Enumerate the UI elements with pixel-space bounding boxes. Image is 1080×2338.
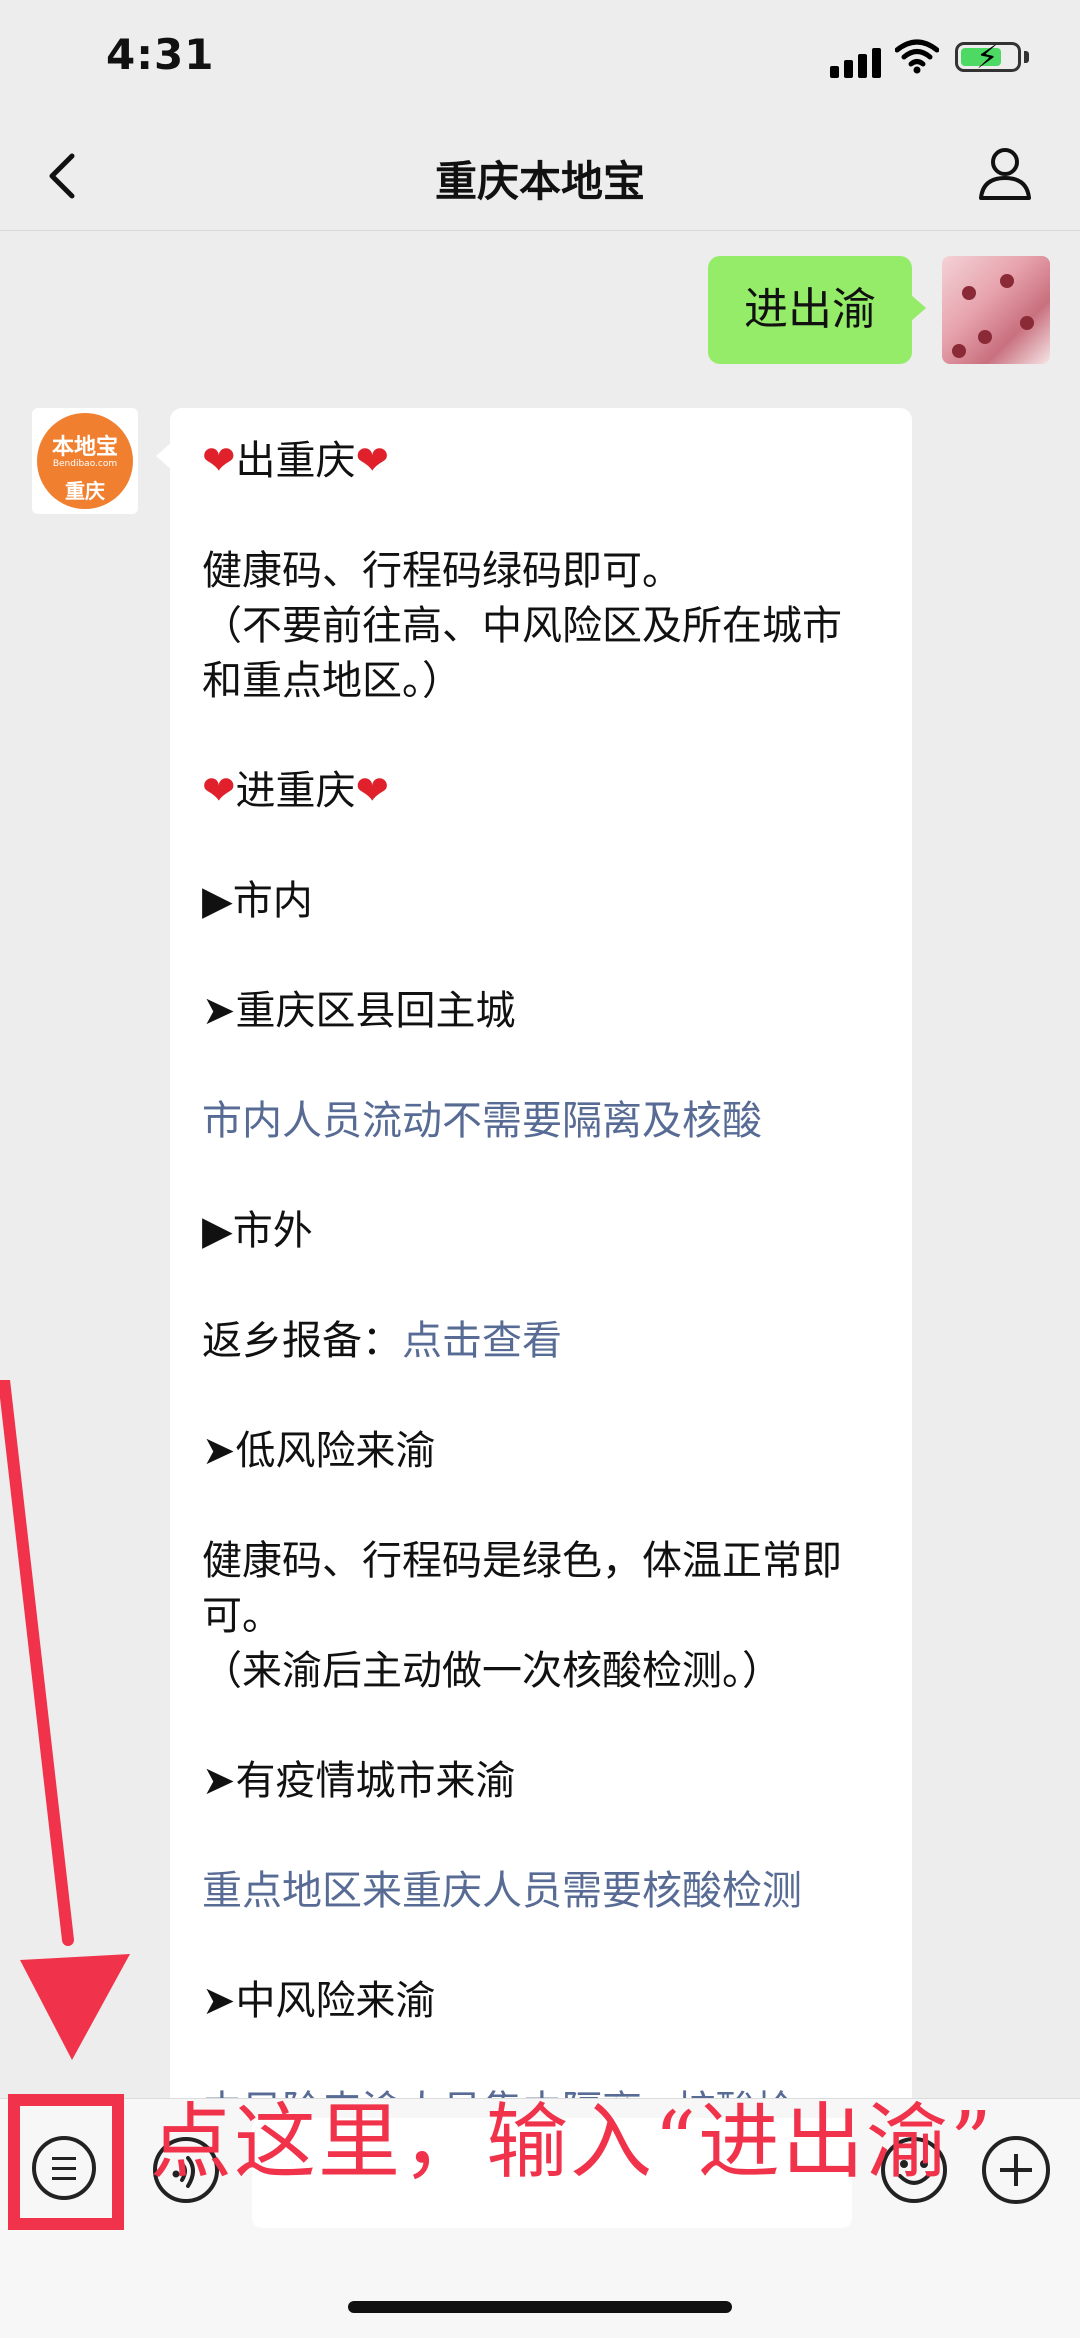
bendibao-logo: 本地宝 Bendibao.com 重庆 xyxy=(37,413,133,509)
profile-icon[interactable] xyxy=(975,142,1035,202)
logo-url-text: Bendibao.com xyxy=(52,459,118,469)
cellular-signal-icon xyxy=(830,48,881,78)
received-message-bubble[interactable]: ❤出重庆❤ 健康码、行程码绿码即可。 （不要前往高、中风险区及所在城市和重点地区… xyxy=(156,408,912,2134)
section-city-outside: ▶市外 xyxy=(202,1208,313,1254)
subsection-low-risk: ➤低风险来渝 xyxy=(202,1428,436,1474)
status-bar: 4:31 ⚡ xyxy=(0,0,1080,120)
home-indicator xyxy=(348,2301,732,2313)
annotation-text: 点这里，输入“进出渝” xyxy=(150,2095,994,2190)
battery-cap xyxy=(1024,51,1029,63)
subsection-medium-risk: ➤中风险来渝 xyxy=(202,1978,436,2024)
logo-brand-text: 本地宝 xyxy=(51,435,118,460)
wifi-icon xyxy=(895,39,939,74)
status-time: 4:31 xyxy=(106,30,215,79)
subsection-epidemic-city: ➤有疫情城市来渝 xyxy=(202,1758,516,1804)
charging-icon: ⚡ xyxy=(976,38,999,76)
view-link[interactable]: 点击查看 xyxy=(402,1318,562,1364)
heading-enter-chongqing: ❤进重庆❤ xyxy=(202,768,390,814)
heart-icon: ❤ xyxy=(355,768,390,814)
inside-note-link[interactable]: 市内人员流动不需要隔离及核酸 xyxy=(202,1094,880,1149)
return-report-line: 返乡报备：点击查看 xyxy=(202,1314,880,1369)
annotation-arrow xyxy=(0,1380,130,2060)
nav-bar: 重庆本地宝 xyxy=(0,120,1080,231)
sent-message-bubble[interactable]: 进出渝 xyxy=(708,256,926,364)
user-avatar[interactable] xyxy=(942,256,1050,364)
annotation-highlight-box xyxy=(8,2094,124,2230)
heart-icon: ❤ xyxy=(355,438,390,484)
official-account-avatar[interactable]: 本地宝 Bendibao.com 重庆 xyxy=(32,408,138,514)
heading-leave-chongqing: ❤出重庆❤ xyxy=(202,438,390,484)
section-city-inside: ▶市内 xyxy=(202,878,313,924)
sent-message-row: 进出渝 xyxy=(708,256,1050,364)
logo-city-text: 重庆 xyxy=(65,479,105,503)
heart-icon: ❤ xyxy=(202,768,236,814)
heart-icon: ❤ xyxy=(202,438,236,484)
page-title: 重庆本地宝 xyxy=(434,157,645,206)
subsection-district-return: ➤重庆区县回主城 xyxy=(202,988,516,1034)
leave-requirements: 健康码、行程码绿码即可。 （不要前往高、中风险区及所在城市和重点地区。） xyxy=(202,548,842,704)
return-report-label: 返乡报备： xyxy=(202,1318,402,1364)
low-risk-requirements: 健康码、行程码是绿色，体温正常即可。 （来渝后主动做一次核酸检测。） xyxy=(202,1538,842,1694)
epidemic-note-link[interactable]: 重点地区来重庆人员需要核酸检测 xyxy=(202,1864,880,1919)
